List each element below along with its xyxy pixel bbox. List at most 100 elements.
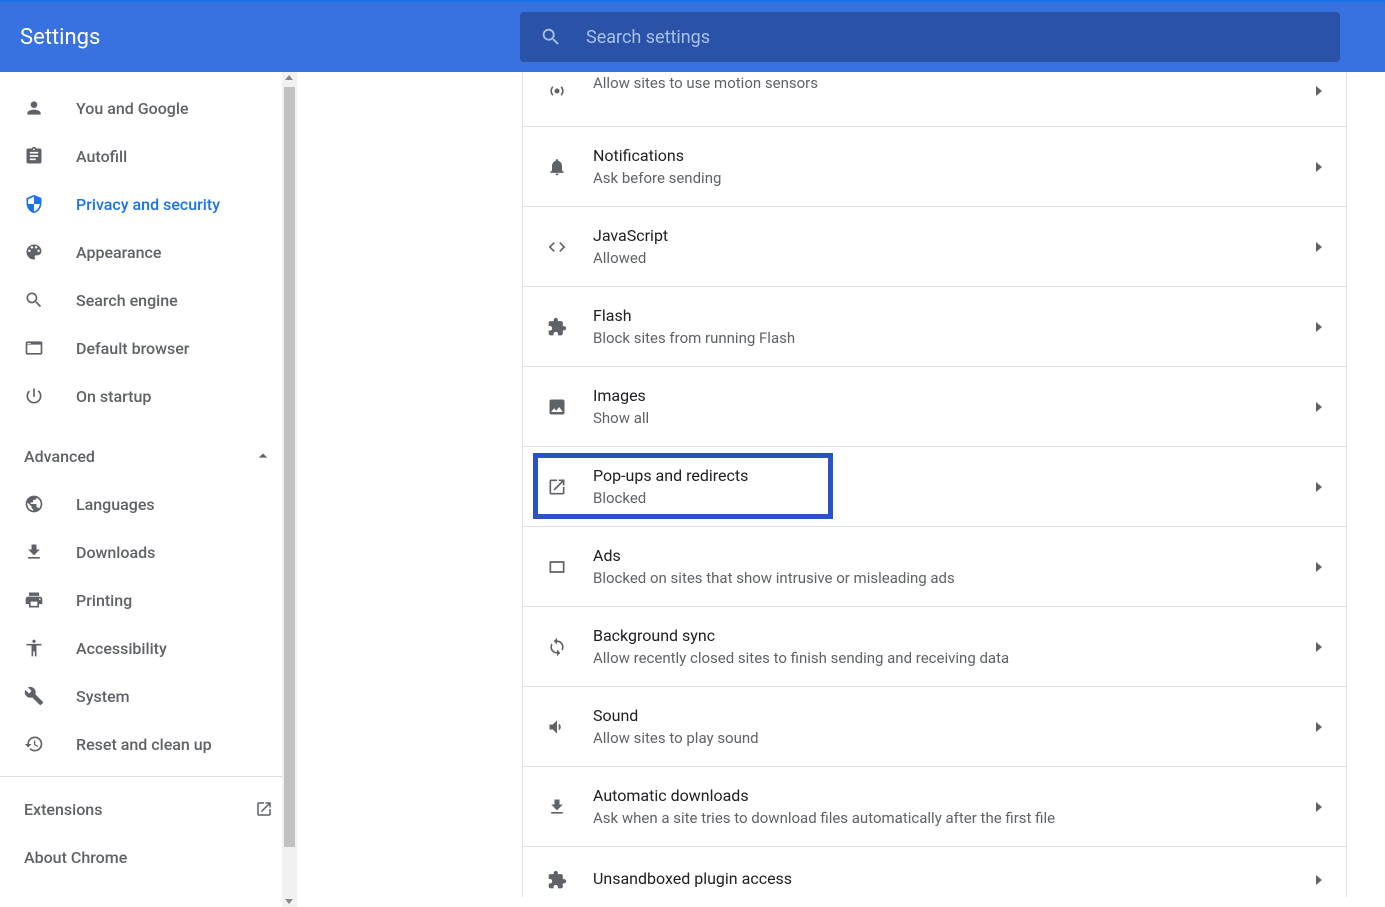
sidebar-item-label: Appearance [76,243,161,262]
power-icon [24,386,44,406]
puzzle-icon [547,870,567,890]
sidebar-item-label: Downloads [76,543,155,562]
sidebar-item-label: Printing [76,591,132,610]
setting-row-background-sync[interactable]: Background sync Allow recently closed si… [523,607,1346,687]
person-icon [24,98,44,118]
sidebar-advanced-toggle[interactable]: Advanced [0,432,297,480]
chevron-right-icon [1316,722,1322,732]
setting-title: Sound [593,706,1316,725]
setting-title: Notifications [593,146,1316,165]
search-box[interactable] [520,12,1340,62]
scroll-down-icon[interactable] [285,899,293,904]
page-title: Settings [20,25,520,50]
sidebar-item-reset[interactable]: Reset and clean up [0,720,297,768]
code-icon [547,237,567,257]
browser-icon [24,338,44,358]
sidebar-item-label: Reset and clean up [76,735,212,754]
chevron-right-icon [1316,562,1322,572]
sidebar-item-label: Search engine [76,291,178,310]
sidebar-item-label: Languages [76,495,155,514]
chevron-right-icon [1316,242,1322,252]
chevron-right-icon [1316,162,1322,172]
setting-row-popups[interactable]: Pop-ups and redirects Blocked [523,447,1346,527]
wrench-icon [24,686,44,706]
sidebar-item-languages[interactable]: Languages [0,480,297,528]
chevron-right-icon [1316,482,1322,492]
setting-row-notifications[interactable]: Notifications Ask before sending [523,127,1346,207]
download-icon [24,542,44,562]
setting-title: Automatic downloads [593,786,1316,805]
print-icon [24,590,44,610]
sync-icon [547,637,567,657]
chevron-right-icon [1316,402,1322,412]
sidebar-item-extensions[interactable]: Extensions [0,785,297,833]
setting-sub: Allow recently closed sites to finish se… [593,649,1316,667]
setting-row-unsandboxed-plugin[interactable]: Unsandboxed plugin access [523,847,1346,897]
setting-row-motion-sensors[interactable]: Motion sensors Allow sites to use motion… [523,72,1346,127]
sidebar-item-appearance[interactable]: Appearance [0,228,297,276]
setting-sub: Allow sites to play sound [593,729,1316,747]
sidebar-item-printing[interactable]: Printing [0,576,297,624]
setting-sub: Block sites from running Flash [593,329,1316,347]
sidebar-item-default-browser[interactable]: Default browser [0,324,297,372]
setting-sub: Blocked on sites that show intrusive or … [593,569,1316,587]
sidebar-item-label: Autofill [76,147,127,166]
setting-title: Images [593,386,1316,405]
popup-icon [547,477,567,497]
setting-sub: Allow sites to use motion sensors [593,74,1316,92]
setting-row-javascript[interactable]: JavaScript Allowed [523,207,1346,287]
sidebar-item-accessibility[interactable]: Accessibility [0,624,297,672]
setting-title: Flash [593,306,1316,325]
puzzle-icon [547,317,567,337]
ad-icon [547,557,567,577]
sidebar-item-system[interactable]: System [0,672,297,720]
scroll-thumb[interactable] [284,87,295,847]
setting-sub: Show all [593,409,1316,427]
setting-sub: Blocked [593,489,1316,507]
volume-icon [547,717,567,737]
setting-row-flash[interactable]: Flash Block sites from running Flash [523,287,1346,367]
chevron-right-icon [1316,86,1322,96]
sidebar-item-you-and-google[interactable]: You and Google [0,84,297,132]
setting-sub: Ask before sending [593,169,1316,187]
chevron-right-icon [1316,802,1322,812]
setting-sub: Ask when a site tries to download files … [593,809,1316,827]
sidebar-item-label: Default browser [76,339,189,358]
setting-row-automatic-downloads[interactable]: Automatic downloads Ask when a site trie… [523,767,1346,847]
sensor-icon [547,81,567,101]
sidebar-item-label: Privacy and security [76,195,220,214]
scroll-up-icon[interactable] [285,75,293,80]
setting-row-images[interactable]: Images Show all [523,367,1346,447]
sidebar-item-label: Accessibility [76,639,167,658]
setting-row-ads[interactable]: Ads Blocked on sites that show intrusive… [523,527,1346,607]
settings-list: Motion sensors Allow sites to use motion… [522,72,1347,897]
sidebar-item-label: On startup [76,387,151,406]
bell-icon [547,157,567,177]
setting-title: JavaScript [593,226,1316,245]
setting-title: Unsandboxed plugin access [593,869,1316,888]
sidebar-item-about-chrome[interactable]: About Chrome [0,833,297,881]
external-link-icon [255,800,273,818]
restore-icon [24,734,44,754]
sidebar-scrollbar[interactable] [282,72,297,907]
sidebar-item-search-engine[interactable]: Search engine [0,276,297,324]
chevron-up-icon [253,446,273,466]
image-icon [547,397,567,417]
setting-title: Ads [593,546,1316,565]
setting-row-sound[interactable]: Sound Allow sites to play sound [523,687,1346,767]
sidebar-item-downloads[interactable]: Downloads [0,528,297,576]
sidebar: You and Google Autofill Privacy and secu… [0,72,297,907]
chevron-right-icon [1316,642,1322,652]
main-content: Motion sensors Allow sites to use motion… [297,72,1385,907]
chevron-right-icon [1316,875,1322,885]
about-chrome-label: About Chrome [24,848,127,867]
sidebar-item-on-startup[interactable]: On startup [0,372,297,420]
sidebar-item-label: You and Google [76,99,189,118]
header: Settings [0,2,1385,72]
search-input[interactable] [586,27,1320,48]
sidebar-item-autofill[interactable]: Autofill [0,132,297,180]
sidebar-item-privacy[interactable]: Privacy and security [0,180,297,228]
shield-icon [24,194,44,214]
sidebar-divider [0,776,297,777]
content: You and Google Autofill Privacy and secu… [0,72,1385,907]
